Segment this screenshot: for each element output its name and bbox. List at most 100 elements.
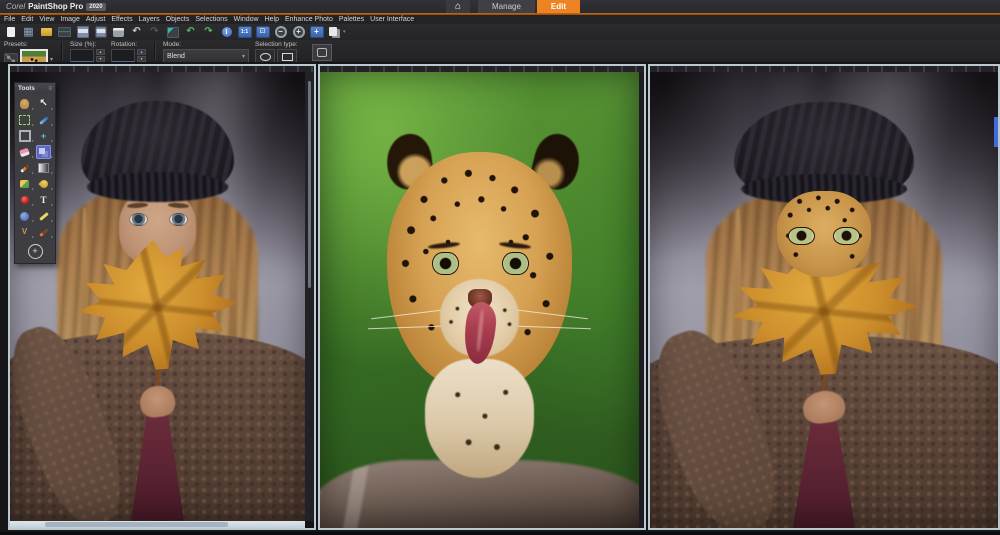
- vertical-scrollbar-thumb[interactable]: [308, 81, 311, 288]
- canvas-portrait-composite[interactable]: [650, 72, 998, 528]
- straighten-tool[interactable]: V: [17, 225, 32, 239]
- image-window-leopard-source: [318, 64, 646, 530]
- crop-tool[interactable]: [17, 129, 32, 143]
- photo-leopard: [320, 72, 639, 528]
- warp-brush-tool[interactable]: [17, 209, 32, 223]
- scan-icon[interactable]: [57, 25, 72, 39]
- duplicate-icon[interactable]: [327, 25, 342, 39]
- eraser-tool[interactable]: [17, 145, 32, 159]
- scan-shape: [58, 27, 71, 37]
- workspace: Tools ≡ ↖ + T V: [0, 62, 1000, 535]
- menu-file[interactable]: File: [4, 16, 15, 23]
- leopard-chest: [425, 359, 533, 478]
- leopard-eye: [502, 252, 530, 275]
- pick-arrow-icon: ↖: [39, 98, 47, 110]
- workspace-tabs: ⌂ Manage Edit: [446, 0, 582, 13]
- clone-icon: [39, 148, 45, 154]
- actual-size-icon[interactable]: 1:1: [237, 25, 252, 39]
- print-shape: [113, 28, 124, 37]
- menu-user-interface[interactable]: User Interface: [370, 16, 414, 23]
- new-image-icon[interactable]: [3, 25, 18, 39]
- mode-value: Blend: [167, 53, 185, 60]
- menu-palettes[interactable]: Palettes: [339, 16, 364, 23]
- open-icon[interactable]: [39, 25, 54, 39]
- new-window-icon[interactable]: +: [309, 25, 324, 39]
- tab-manage[interactable]: Manage: [478, 0, 535, 13]
- paintshop-pro-window: Corel PaintShop Pro 2020 ⌂ Manage Edit F…: [0, 0, 1000, 535]
- selection-type-label: Selection type:: [255, 41, 298, 48]
- straighten-icon: V: [22, 226, 27, 238]
- vertical-scrollbar[interactable]: [305, 72, 314, 521]
- pick-tool[interactable]: ↖: [36, 97, 51, 111]
- rotation-spin-up[interactable]: ▴: [137, 49, 146, 55]
- options-separator: [61, 42, 62, 60]
- menu-effects[interactable]: Effects: [111, 16, 132, 23]
- pane-top-strip: [650, 66, 998, 72]
- warp-brush-icon: [20, 212, 29, 221]
- move-tool[interactable]: +: [36, 129, 51, 143]
- rounded-square-icon: [317, 48, 327, 57]
- rotation-group: Rotation: ▴▾: [111, 41, 146, 62]
- menu-edit[interactable]: Edit: [21, 16, 33, 23]
- clone-brush-tool[interactable]: [36, 145, 51, 159]
- redo-icon[interactable]: ↷: [147, 25, 162, 39]
- picture-tube-icon: [20, 180, 29, 188]
- horizontal-scrollbar-thumb[interactable]: [45, 522, 228, 527]
- freehand-selection-tool[interactable]: [17, 113, 32, 127]
- menu-view[interactable]: View: [39, 16, 54, 23]
- pan-tool[interactable]: [17, 97, 32, 111]
- add-tools-row: +: [15, 242, 55, 263]
- paint-brush-tool[interactable]: [17, 161, 32, 175]
- canvas-leopard-source[interactable]: [320, 72, 639, 528]
- pan-hand-icon: [20, 99, 29, 109]
- save-as-icon[interactable]: [93, 25, 108, 39]
- size-input[interactable]: [70, 49, 94, 62]
- menu-adjust[interactable]: Adjust: [86, 16, 105, 23]
- tool-options-extra-button[interactable]: [312, 44, 332, 61]
- oil-brush-tool[interactable]: [36, 225, 51, 239]
- horizontal-scrollbar[interactable]: [10, 521, 305, 528]
- fit-window-icon[interactable]: ⊡: [255, 25, 270, 39]
- undo-history-icon[interactable]: ↶: [183, 25, 198, 39]
- rotation-input[interactable]: [111, 49, 135, 62]
- menu-image[interactable]: Image: [60, 16, 79, 23]
- zoom-in-icon[interactable]: +: [291, 25, 306, 39]
- tab-edit[interactable]: Edit: [537, 0, 580, 13]
- home-button[interactable]: ⌂: [446, 0, 470, 13]
- leopard-eye: [788, 227, 814, 245]
- add-tools-button[interactable]: +: [28, 244, 43, 259]
- menu-selections[interactable]: Selections: [195, 16, 227, 23]
- capture-icon[interactable]: [165, 25, 180, 39]
- info-icon[interactable]: i: [219, 25, 234, 39]
- gradient-tool[interactable]: [36, 161, 51, 175]
- size-spin-up[interactable]: ▴: [96, 49, 105, 55]
- tools-palette-header[interactable]: Tools ≡: [15, 83, 55, 94]
- menu-window[interactable]: Window: [234, 16, 259, 23]
- menu-layers[interactable]: Layers: [139, 16, 160, 23]
- zoom-out-icon[interactable]: −: [273, 25, 288, 39]
- size-group: Size (%): ▴▾: [70, 41, 105, 62]
- dropper-tool[interactable]: [36, 113, 51, 127]
- panel-menu-icon[interactable]: ≡: [48, 86, 52, 92]
- menu-enhance-photo[interactable]: Enhance Photo: [285, 16, 333, 23]
- text-tool[interactable]: T: [36, 193, 51, 207]
- brand-label: Corel: [6, 2, 25, 11]
- picture-tube-tool[interactable]: [17, 177, 32, 191]
- toolbar-overflow-caret[interactable]: ▾: [343, 29, 346, 35]
- chalk-icon: [39, 212, 49, 221]
- chalk-brush-tool[interactable]: [36, 209, 51, 223]
- red-eye-tool[interactable]: [17, 193, 32, 207]
- version-badge: 2020: [86, 3, 105, 11]
- size-spinner[interactable]: ▴▾: [96, 49, 105, 62]
- vertical-scrollbar-track[interactable]: [639, 72, 644, 528]
- redo-history-icon[interactable]: ↷: [201, 25, 216, 39]
- flood-fill-tool[interactable]: [36, 177, 51, 191]
- undo-icon[interactable]: ↶: [129, 25, 144, 39]
- menu-objects[interactable]: Objects: [166, 16, 190, 23]
- browse-icon[interactable]: ▦: [21, 25, 36, 39]
- print-icon[interactable]: [111, 25, 126, 39]
- menu-help[interactable]: Help: [265, 16, 279, 23]
- rotation-spinner[interactable]: ▴▾: [137, 49, 146, 62]
- save-icon[interactable]: [75, 25, 90, 39]
- vertical-scrollbar-thumb-blue[interactable]: [994, 117, 998, 147]
